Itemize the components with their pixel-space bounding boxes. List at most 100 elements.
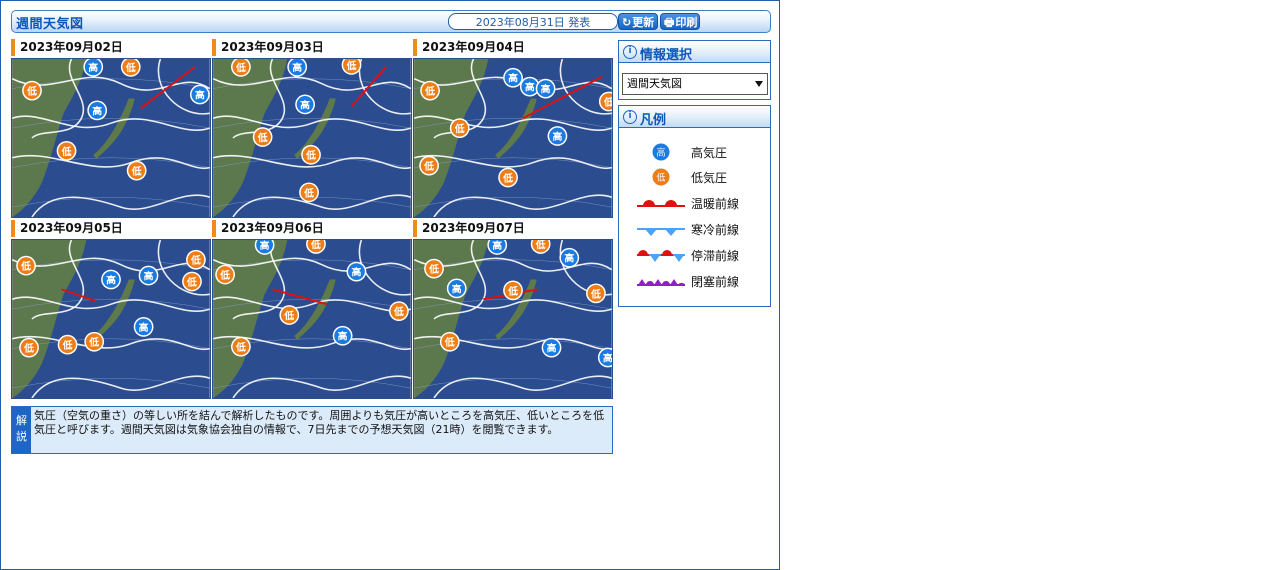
high-pressure-marker: 高: [559, 247, 580, 268]
svg-text:高: 高: [656, 147, 665, 159]
high-pressure-marker: 高: [547, 126, 568, 146]
low-pressure-marker: 低: [16, 255, 36, 276]
high-pressure-marker: 高: [138, 265, 159, 286]
high-pressure-marker: 高: [446, 278, 467, 299]
low-pressure-marker: 低: [498, 167, 518, 188]
svg-text:低: 低: [393, 305, 404, 318]
legend-label: 停滞前線: [691, 249, 740, 263]
svg-text:高: 高: [292, 61, 302, 74]
cold-front-icon: [637, 228, 685, 236]
app-frame: 週間天気図 2023年08月31日 発表 ↻更新 🖶印刷 2023年09月02日…: [0, 0, 780, 570]
low-pressure-marker: 低: [424, 258, 444, 279]
weather-map[interactable]: 高高高低低低低低低: [11, 239, 211, 399]
weather-map[interactable]: 高高高低低低低低: [212, 239, 412, 399]
map-date: 2023年09月03日: [212, 39, 324, 56]
svg-text:高: 高: [452, 282, 462, 295]
legend-item-low: 低 低気圧: [635, 166, 765, 188]
svg-text:高: 高: [492, 239, 502, 252]
svg-text:高: 高: [338, 330, 348, 343]
svg-text:高: 高: [564, 252, 574, 265]
svg-text:低: 低: [428, 263, 439, 276]
refresh-button[interactable]: ↻更新: [618, 13, 658, 30]
legend-label: 寒冷前線: [691, 223, 740, 237]
svg-text:低: 低: [424, 85, 435, 98]
map-cell: 2023年09月03日 高高低低低低低: [212, 39, 413, 219]
info-icon: i: [623, 110, 637, 124]
svg-text:高: 高: [260, 239, 270, 252]
legend-item-occluded-front: 閉塞前線: [635, 270, 765, 292]
svg-text:低: 低: [603, 95, 613, 108]
print-icon: 🖶: [664, 16, 675, 29]
legend-panel: i 凡例 高 高気圧 低 低気圧 温暖前線 寒冷前線 停滞前線 閉塞前線: [618, 105, 771, 307]
svg-text:高: 高: [508, 72, 518, 85]
high-pressure-marker: 高: [190, 84, 210, 105]
legend-label: 温暖前線: [691, 197, 740, 211]
svg-text:高: 高: [541, 83, 551, 96]
svg-text:低: 低: [590, 287, 601, 300]
map-date: 2023年09月04日: [413, 39, 525, 56]
low-pressure-marker: 低: [215, 264, 235, 285]
weather-map[interactable]: 高高 高高低低低低低: [413, 58, 613, 218]
legend-header: i 凡例: [619, 106, 770, 128]
svg-text:高: 高: [139, 321, 149, 334]
svg-text:高: 高: [106, 273, 116, 286]
legend-label: 閉塞前線: [691, 275, 740, 289]
high-pressure-marker: 高: [101, 269, 121, 290]
high-pressure-marker: 高: [346, 261, 367, 282]
warm-front-icon: [637, 200, 685, 207]
map-cell: 2023年09月07日 高高高高高低低低低低: [413, 220, 614, 400]
svg-text:低: 低: [23, 342, 34, 355]
print-button[interactable]: 🖶印刷: [660, 13, 700, 30]
svg-text:低: 低: [257, 131, 268, 144]
low-pressure-marker: 低: [56, 140, 77, 161]
map-cell: 2023年09月05日 高高高低低低低低低: [11, 220, 212, 400]
info-select-dropdown[interactable]: 週間天気図: [622, 73, 768, 95]
svg-text:低: 低: [310, 239, 321, 251]
weather-map[interactable]: 高高高高高低低低 低低: [413, 239, 613, 399]
low-pressure-marker: 低: [84, 331, 105, 352]
info-select-panel: i 情報選択 週間天気図: [618, 40, 771, 100]
weather-map[interactable]: 高高高低低低低: [11, 58, 211, 218]
low-pressure-marker: 低: [231, 336, 251, 357]
legend-label: 高気圧: [691, 146, 728, 160]
low-pressure-marker: 低: [503, 280, 523, 301]
page-title: 週間天気図: [16, 17, 84, 32]
svg-text:低: 低: [235, 341, 246, 354]
high-pressure-marker: 高: [503, 67, 523, 88]
weather-map[interactable]: 高高低 低低低低: [212, 58, 412, 218]
explanation-tag: 解説: [12, 407, 31, 453]
svg-text:低: 低: [283, 309, 294, 322]
low-pressure-marker: 低: [126, 160, 147, 181]
print-label: 印刷: [675, 16, 698, 29]
legend-item-high: 高 高気圧: [635, 141, 765, 163]
info-select-title: 情報選択: [640, 48, 693, 63]
low-pressure-marker: 低: [389, 301, 409, 321]
svg-text:高: 高: [144, 270, 154, 283]
info-select-header: i 情報選択: [619, 41, 770, 63]
high-pressure-marker: 高: [295, 94, 315, 115]
high-pressure-marker: 高: [535, 78, 556, 99]
issued-date: 2023年08月31日 発表: [448, 13, 618, 30]
map-date: 2023年09月07日: [413, 220, 525, 237]
map-cell: 2023年09月02日 高高高低低低低: [11, 39, 212, 219]
refresh-label: 更新: [632, 16, 655, 29]
low-pressure-marker: 低: [586, 283, 606, 304]
svg-text:低: 低: [88, 336, 99, 349]
legend-item-warm-front: 温暖前線: [635, 192, 765, 214]
map-date: 2023年09月06日: [212, 220, 324, 237]
low-pressure-marker: 低: [449, 118, 470, 138]
svg-text:低: 低: [62, 339, 73, 352]
svg-text:低: 低: [186, 275, 197, 288]
title-bar: 週間天気図 2023年08月31日 発表 ↻更新 🖶印刷: [11, 10, 771, 33]
svg-text:高: 高: [547, 342, 557, 355]
svg-text:低: 低: [61, 145, 72, 158]
map-date: 2023年09月05日: [11, 220, 123, 237]
svg-text:高: 高: [195, 89, 205, 102]
svg-text:低: 低: [190, 254, 201, 267]
map-cell: 2023年09月04日 高高高高低低低低低: [413, 39, 614, 219]
svg-text:低: 低: [502, 171, 513, 184]
low-pressure-marker: 低: [22, 80, 42, 101]
svg-text:高: 高: [603, 351, 613, 364]
high-pressure-icon: 高: [651, 142, 671, 162]
low-pressure-marker: 低: [186, 249, 206, 270]
